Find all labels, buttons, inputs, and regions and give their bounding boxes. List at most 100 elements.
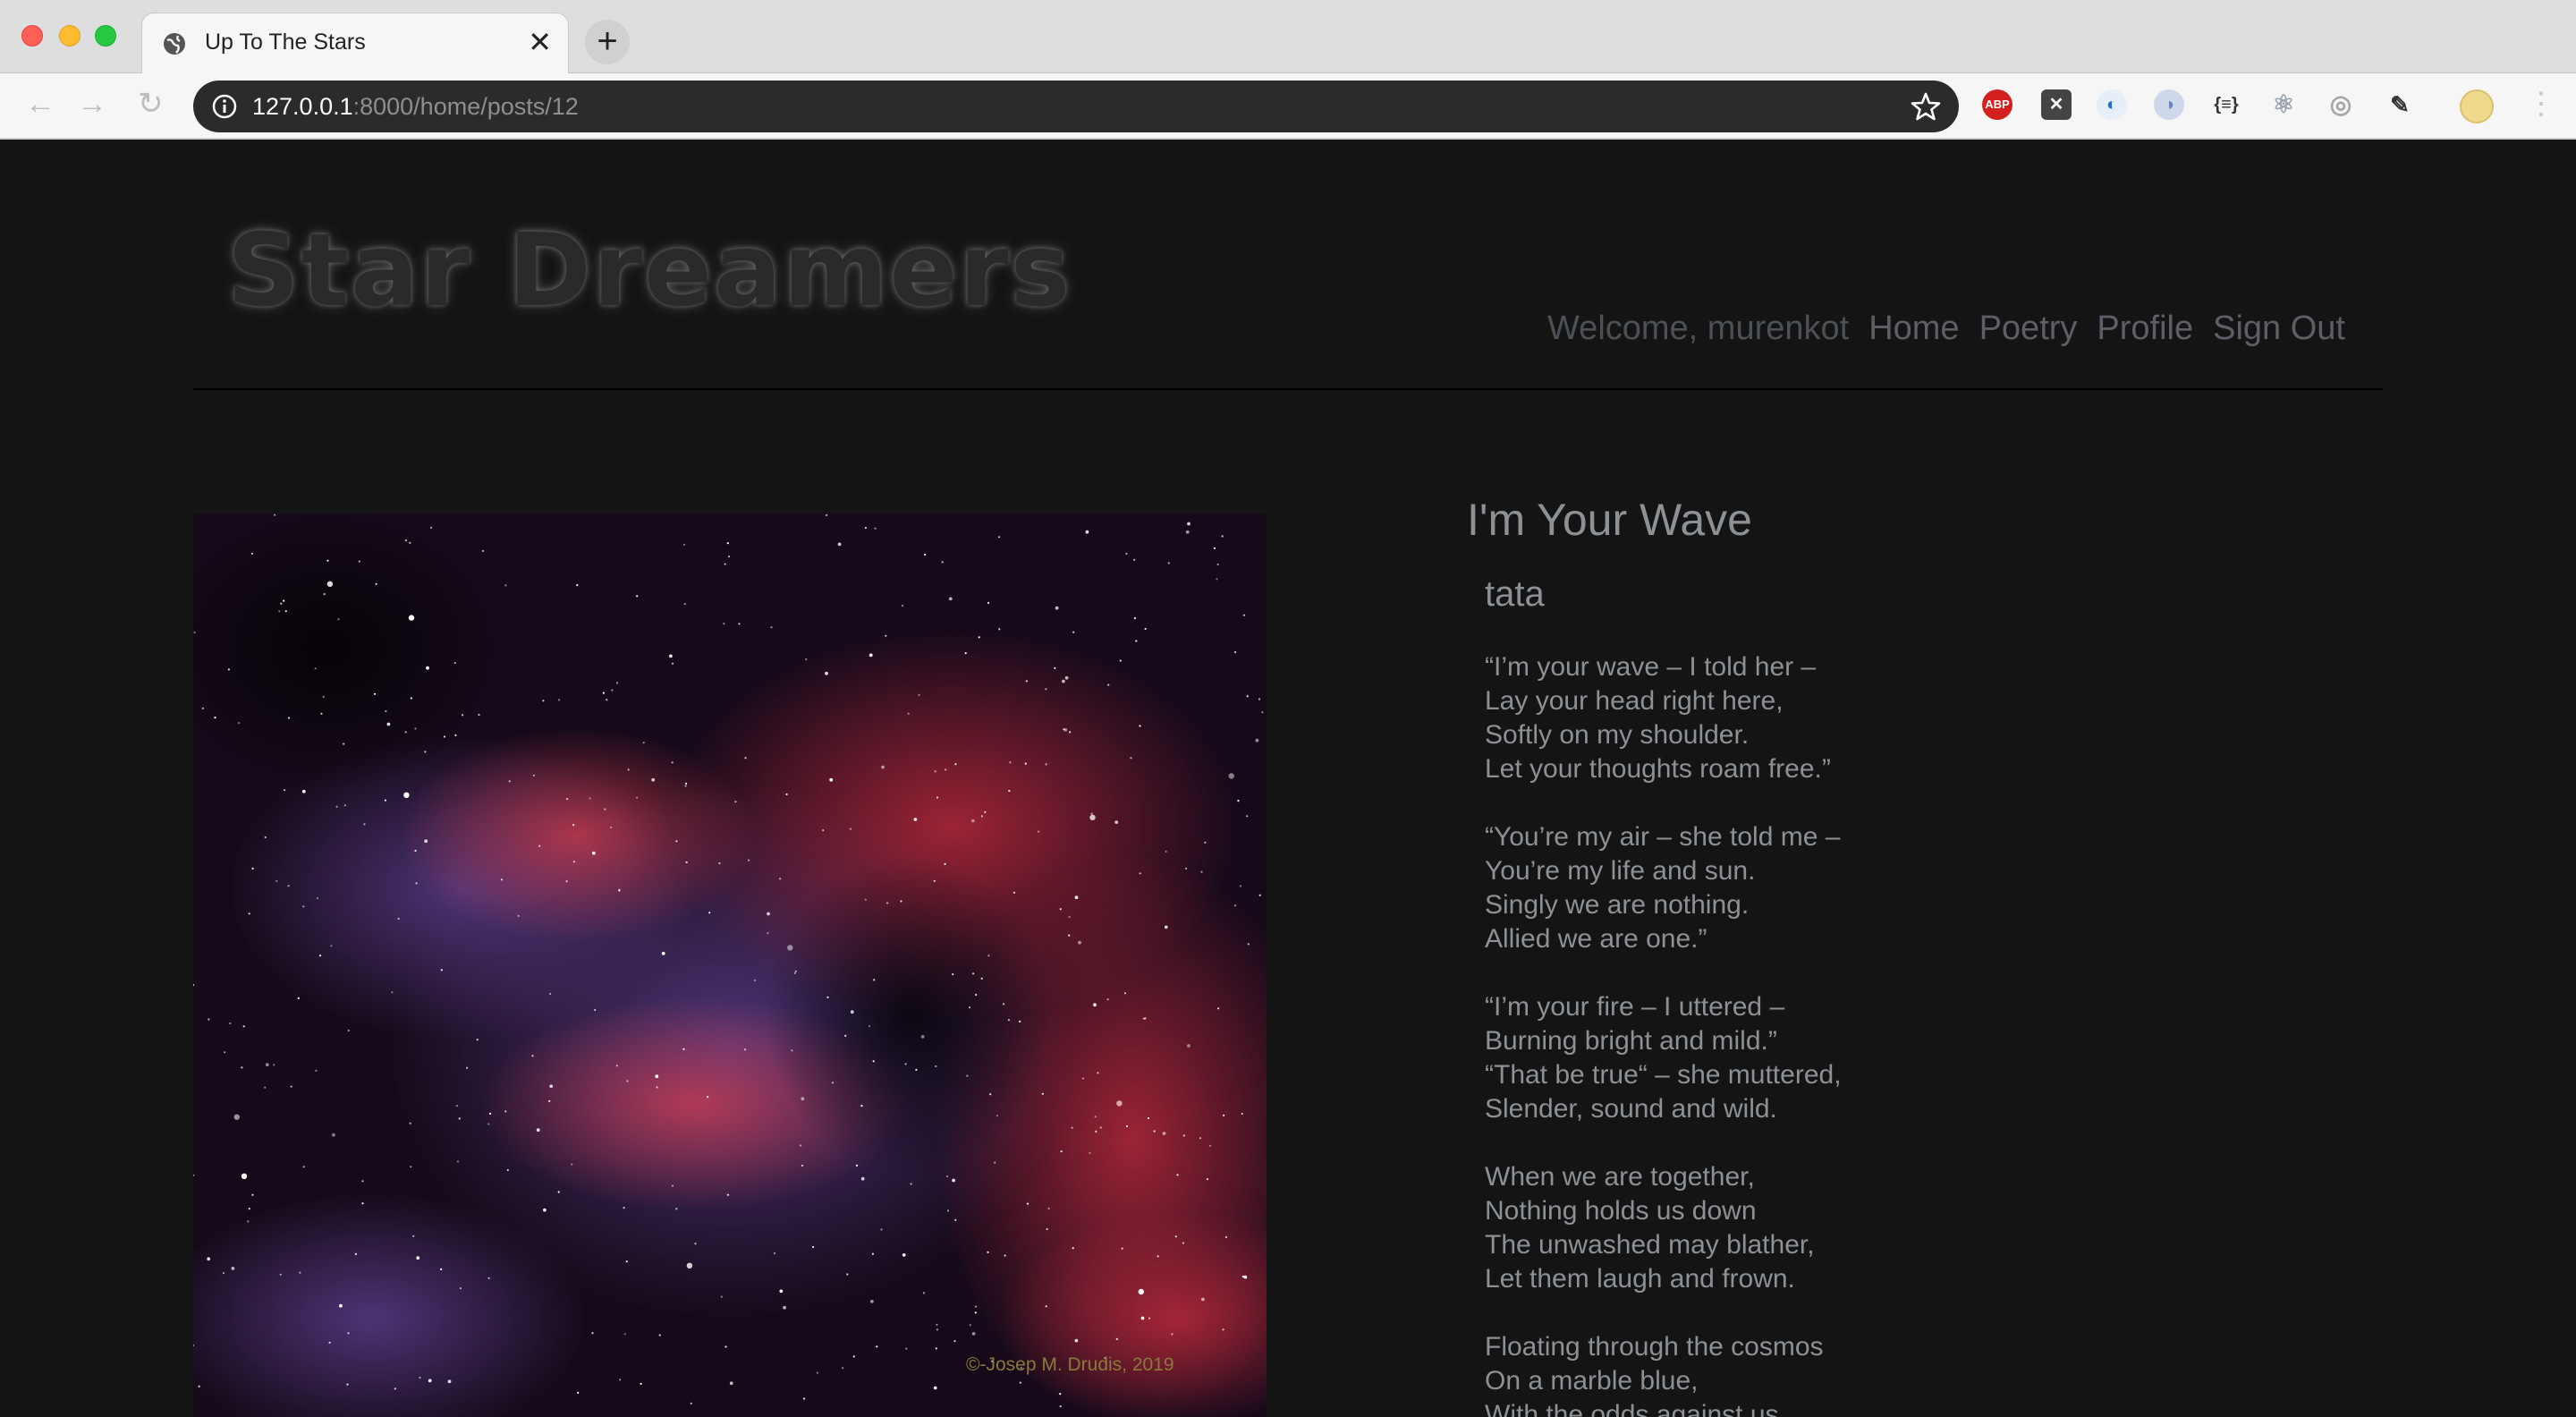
poem-line: On a marble blue, bbox=[1485, 1366, 1699, 1396]
star-dot bbox=[675, 1208, 678, 1210]
star-dot bbox=[414, 849, 417, 853]
maximize-window-button[interactable] bbox=[95, 25, 116, 47]
nav-profile-link[interactable]: Profile bbox=[2097, 310, 2193, 348]
star-dot bbox=[506, 1168, 509, 1172]
star-dot bbox=[1239, 885, 1241, 887]
poem-line: Let them laugh and frown. bbox=[1485, 1264, 1795, 1294]
star-dot bbox=[201, 707, 204, 709]
star-dot bbox=[447, 1379, 452, 1384]
react-devtools-icon[interactable]: ⚛ bbox=[2268, 89, 2299, 120]
star-dot bbox=[1074, 1338, 1079, 1343]
browser-toolbar: ← → ↻ 127.0.0.1:8000/home/posts/12 ABP ✕… bbox=[0, 73, 2576, 140]
eyedropper-icon[interactable]: ✎ bbox=[2385, 89, 2415, 120]
star-dot bbox=[557, 1191, 560, 1193]
star-dot bbox=[1130, 757, 1132, 759]
star-dot bbox=[591, 1332, 594, 1335]
star-dot bbox=[297, 997, 300, 999]
star-dot bbox=[1206, 1178, 1208, 1181]
x-extension-icon[interactable]: ✕ bbox=[2041, 89, 2072, 120]
browser-menu-icon[interactable]: ⋮ bbox=[2526, 84, 2556, 123]
star-dot bbox=[683, 543, 686, 546]
star-dot bbox=[1045, 1305, 1047, 1308]
profile-avatar[interactable] bbox=[2460, 89, 2494, 123]
nav-sign-out-link[interactable]: Sign Out bbox=[2213, 310, 2345, 348]
star-dot bbox=[576, 583, 579, 587]
star-dot bbox=[822, 829, 825, 832]
star-dot bbox=[264, 836, 267, 839]
back-icon[interactable]: ← bbox=[25, 86, 55, 122]
star-dot bbox=[640, 1382, 642, 1385]
star-dot bbox=[299, 1271, 301, 1274]
star-dot bbox=[1223, 1114, 1225, 1116]
star-dot bbox=[910, 1183, 912, 1185]
star-dot bbox=[1148, 1317, 1151, 1319]
star-dot bbox=[754, 979, 757, 982]
nav-poetry-link[interactable]: Poetry bbox=[1979, 310, 2078, 348]
star-dot bbox=[726, 542, 729, 545]
reload-icon[interactable]: ↻ bbox=[138, 86, 164, 122]
main-nav: Welcome, murenkot Home Poetry Profile Si… bbox=[1547, 310, 2345, 348]
url-text[interactable]: 127.0.0.1:8000/home/posts/12 bbox=[252, 93, 579, 121]
star-dot bbox=[720, 1295, 723, 1298]
address-bar[interactable]: 127.0.0.1:8000/home/posts/12 bbox=[193, 81, 1959, 132]
star-dot bbox=[918, 693, 920, 696]
star-dot bbox=[251, 867, 254, 870]
star-dot bbox=[1095, 1130, 1097, 1133]
star-dot bbox=[287, 717, 291, 719]
star-dot bbox=[920, 1035, 925, 1039]
star-dot bbox=[508, 780, 511, 783]
star-dot bbox=[274, 513, 276, 516]
globe-icon bbox=[164, 33, 185, 55]
star-dot bbox=[1246, 815, 1249, 818]
star-dot bbox=[987, 1251, 989, 1253]
nav-home-link[interactable]: Home bbox=[1868, 310, 1959, 348]
circle-extension-icon[interactable]: ◑ bbox=[2154, 89, 2184, 120]
bookmark-star-icon[interactable] bbox=[1909, 89, 1943, 123]
star-dot bbox=[864, 898, 867, 901]
compass-icon[interactable]: ◐ bbox=[2097, 89, 2127, 120]
star-dot bbox=[489, 1112, 492, 1115]
close-tab-icon[interactable]: ✕ bbox=[528, 26, 552, 58]
star-dot bbox=[1164, 925, 1168, 929]
star-dot bbox=[326, 581, 334, 587]
star-dot bbox=[1200, 870, 1203, 873]
star-dot bbox=[1140, 1316, 1145, 1320]
star-dot bbox=[354, 1252, 357, 1255]
json-braces-icon[interactable]: {≡} bbox=[2211, 89, 2241, 120]
star-dot bbox=[812, 1245, 815, 1249]
star-dot bbox=[980, 815, 983, 818]
star-dot bbox=[414, 727, 417, 730]
forward-icon[interactable]: → bbox=[77, 86, 107, 122]
site-logo[interactable]: Star Dreamers bbox=[227, 213, 1072, 329]
star-dot bbox=[409, 541, 411, 544]
star-dot bbox=[996, 1115, 998, 1117]
star-dot bbox=[549, 1084, 554, 1089]
star-dot bbox=[619, 1379, 622, 1381]
star-dot bbox=[606, 699, 608, 701]
target-extension-icon[interactable]: ◎ bbox=[2326, 89, 2356, 120]
star-dot bbox=[1059, 908, 1062, 911]
info-icon[interactable] bbox=[211, 93, 238, 120]
browser-tab[interactable]: Up To The Stars ✕ bbox=[141, 13, 569, 73]
star-dot bbox=[1139, 872, 1141, 875]
star-dot bbox=[322, 695, 325, 698]
new-tab-button[interactable]: + bbox=[585, 20, 630, 64]
minimize-window-button[interactable] bbox=[59, 25, 80, 47]
star-dot bbox=[1099, 1126, 1102, 1129]
star-dot bbox=[404, 731, 407, 734]
star-dot bbox=[542, 700, 545, 702]
star-dot bbox=[424, 751, 427, 753]
close-window-button[interactable] bbox=[21, 25, 43, 47]
adblock-plus-icon[interactable]: ABP bbox=[1982, 89, 2012, 120]
star-dot bbox=[504, 584, 507, 587]
star-dot bbox=[1024, 762, 1027, 765]
star-dot bbox=[604, 808, 606, 810]
star-dot bbox=[1167, 562, 1170, 564]
star-dot bbox=[1004, 1254, 1006, 1257]
star-dot bbox=[1123, 992, 1127, 995]
star-dot bbox=[610, 826, 613, 828]
poem-line: You’re my life and sun. bbox=[1485, 856, 1756, 886]
star-dot bbox=[440, 1268, 443, 1270]
star-dot bbox=[936, 1323, 938, 1326]
star-dot bbox=[241, 1173, 248, 1179]
